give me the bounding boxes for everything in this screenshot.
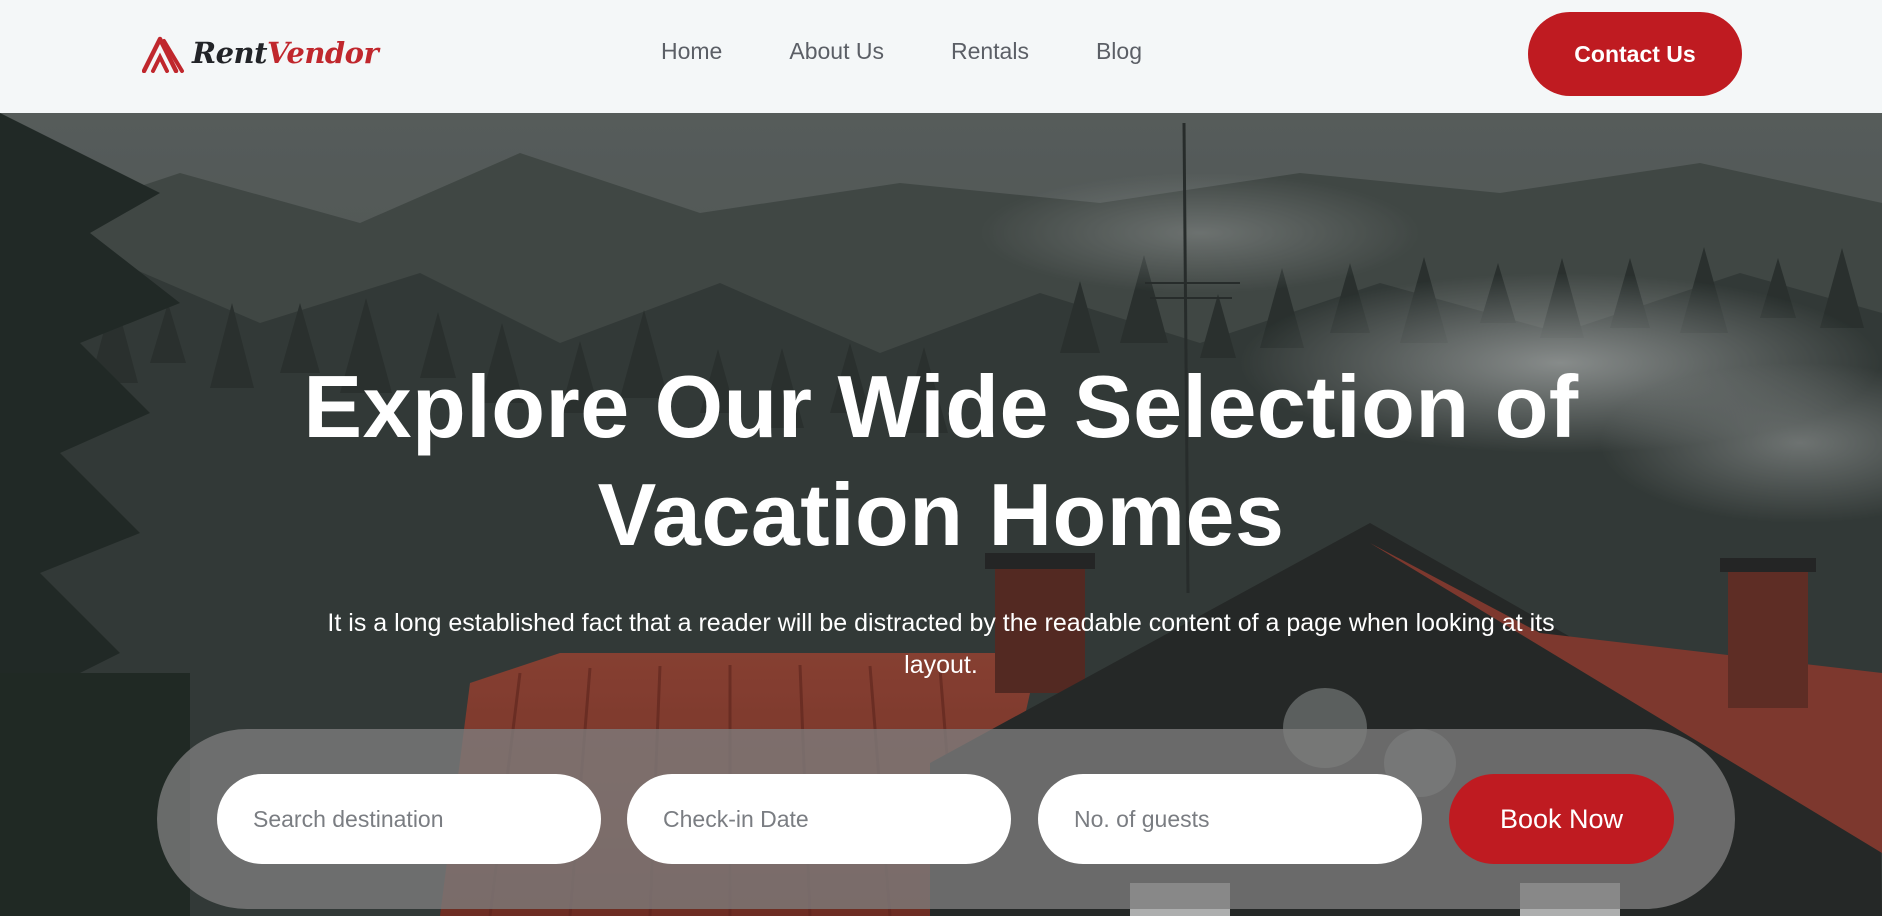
brand-logo[interactable]: RentVendor	[142, 32, 379, 74]
contact-us-button[interactable]: Contact Us	[1528, 12, 1742, 96]
book-now-button[interactable]: Book Now	[1449, 774, 1674, 864]
nav-item-blog[interactable]: Blog	[1096, 33, 1142, 69]
hero-subtitle: It is a long established fact that a rea…	[327, 609, 1555, 679]
house-roof-icon	[142, 36, 184, 73]
hero-title-line-1: Explore Our Wide Selection of	[303, 357, 1579, 456]
site-header: RentVendor Home About Us Rentals Blog Co…	[0, 0, 1882, 113]
brand-name: RentVendor	[192, 35, 379, 70]
nav-item-home[interactable]: Home	[661, 33, 722, 69]
main-nav: Home About Us Rentals Blog	[661, 33, 1142, 69]
check-in-date-input[interactable]	[627, 774, 1011, 864]
brand-name-part2: Vendor	[267, 35, 379, 70]
nav-item-about-us[interactable]: About Us	[789, 33, 884, 69]
nav-item-rentals[interactable]: Rentals	[951, 33, 1029, 69]
hero-title-line-2: Vacation Homes	[597, 465, 1285, 564]
booking-form: Book Now	[157, 729, 1735, 909]
guests-count-input[interactable]	[1038, 774, 1422, 864]
destination-search-input[interactable]	[217, 774, 601, 864]
hero-title: Explore Our Wide Selection of Vacation H…	[0, 353, 1882, 569]
brand-name-part1: Rent	[192, 35, 268, 70]
hero-section: Explore Our Wide Selection of Vacation H…	[0, 113, 1882, 916]
